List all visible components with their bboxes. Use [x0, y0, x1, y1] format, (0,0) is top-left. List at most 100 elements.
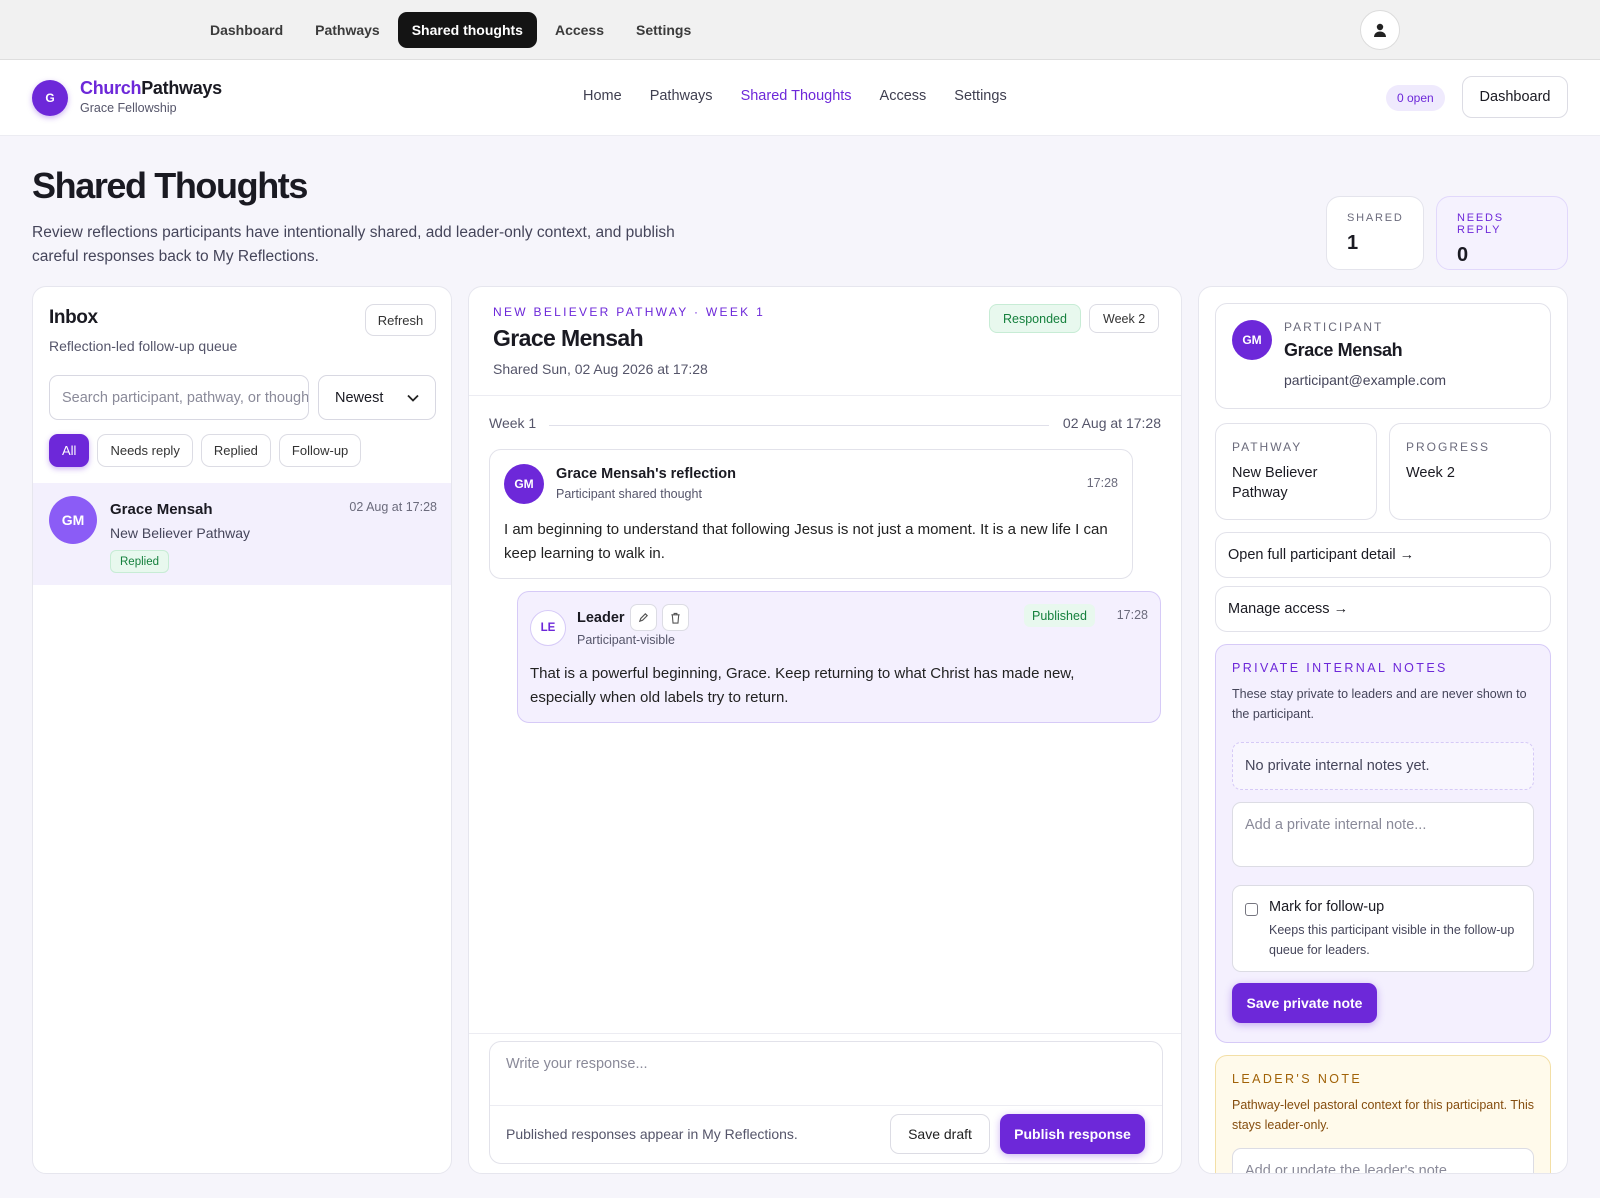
- message-title: Grace Mensah's reflection: [556, 466, 736, 482]
- topnav-shared-thoughts[interactable]: Shared thoughts: [397, 12, 537, 48]
- follow-up-title: Mark for follow-up: [1269, 899, 1385, 915]
- timestamp: 02 Aug at 17:28: [349, 500, 437, 514]
- responded-badge: Responded: [989, 304, 1081, 333]
- progress-card: PROGRESS Week 2: [1389, 423, 1551, 520]
- filter-chips: All Needs reply Replied Follow-up: [49, 434, 362, 467]
- follow-up-option[interactable]: Mark for follow-up Keeps this participan…: [1232, 885, 1534, 972]
- composer-hint: Published responses appear in My Reflect…: [506, 1126, 798, 1142]
- message-time: 17:28: [1086, 476, 1118, 490]
- thread-panel: NEW BELIEVER PATHWAY · WEEK 1 Grace Mens…: [468, 286, 1182, 1174]
- avatar: LE: [530, 610, 566, 646]
- org-name: Grace Fellowship: [80, 101, 177, 115]
- private-notes-empty: No private internal notes yet.: [1232, 742, 1534, 790]
- nav-shared-thoughts[interactable]: Shared Thoughts: [741, 88, 852, 104]
- thread-eyebrow: NEW BELIEVER PATHWAY · WEEK 1: [493, 305, 766, 319]
- progress-label: PROGRESS: [1406, 440, 1491, 454]
- avatar: GM: [1232, 320, 1272, 360]
- topnav-access[interactable]: Access: [541, 12, 618, 48]
- avatar: GM: [49, 496, 97, 544]
- stat-value: 0: [1457, 244, 1469, 266]
- list-item[interactable]: GM Grace Mensah New Believer Pathway 02 …: [33, 483, 451, 585]
- leader-note-description: Pathway-level pastoral context for this …: [1232, 1098, 1534, 1132]
- progress-value: Week 2: [1406, 465, 1455, 481]
- publish-response-button[interactable]: Publish response: [1000, 1114, 1145, 1154]
- participant-email: participant@example.com: [1284, 372, 1447, 388]
- filter-all[interactable]: All: [49, 434, 90, 467]
- app-header: G ChurchPathways Grace Fellowship Home P…: [0, 60, 1600, 136]
- response-input[interactable]: Write your response...: [506, 1056, 648, 1072]
- thread-shared-date: Shared Sun, 02 Aug 2026 at 17:28: [493, 361, 708, 377]
- pathway-name: New Believer Pathway: [110, 525, 251, 541]
- avatar: GM: [504, 464, 544, 504]
- trash-icon: [671, 612, 680, 624]
- account-button[interactable]: [1360, 10, 1400, 50]
- private-notes-card: PRIVATE INTERNAL NOTES These stay privat…: [1215, 644, 1551, 1043]
- participant-name: Grace Mensah: [1284, 340, 1403, 360]
- delete-response-button[interactable]: [662, 604, 689, 631]
- filter-follow-up[interactable]: Follow-up: [278, 434, 362, 467]
- top-nav: Dashboard Pathways Shared thoughts Acces…: [196, 12, 705, 48]
- inbox-panel: Inbox Reflection-led follow-up queue Ref…: [32, 286, 452, 1174]
- pathway-value: New Believer Pathway: [1232, 465, 1318, 501]
- stat-value: 1: [1347, 232, 1359, 254]
- message-subtitle: Participant shared thought: [556, 487, 702, 501]
- leader-note-card: LEADER'S NOTE Pathway-level pastoral con…: [1215, 1055, 1551, 1173]
- nav-pathways[interactable]: Pathways: [650, 88, 713, 104]
- org-badge[interactable]: G: [32, 80, 68, 116]
- week-badge: Week 2: [1089, 304, 1160, 333]
- chevron-down-icon: [407, 394, 419, 402]
- page-title: Shared Thoughts: [32, 165, 308, 206]
- divider: [549, 425, 1049, 426]
- participant-detail-link[interactable]: Open full participant detail →: [1215, 532, 1551, 578]
- sort-value: Newest: [335, 389, 384, 406]
- private-note-input[interactable]: Add a private internal note...: [1232, 802, 1534, 867]
- search-input[interactable]: Search participant, pathway, or thought: [49, 375, 309, 420]
- topnav-settings[interactable]: Settings: [622, 12, 705, 48]
- refresh-button[interactable]: Refresh: [365, 304, 436, 336]
- save-draft-button[interactable]: Save draft: [890, 1114, 990, 1154]
- main-nav: Home Pathways Shared Thoughts Access Set…: [583, 88, 1007, 104]
- nav-access[interactable]: Access: [880, 88, 927, 104]
- week-separator-date: 02 Aug at 17:28: [1062, 415, 1161, 431]
- nav-settings[interactable]: Settings: [954, 88, 1006, 104]
- participant-name: Grace Mensah: [110, 501, 213, 518]
- filter-needs-reply[interactable]: Needs reply: [97, 434, 193, 467]
- status-badge: Replied: [110, 550, 169, 573]
- brand-logo[interactable]: ChurchPathways: [80, 78, 222, 99]
- follow-up-checkbox[interactable]: [1245, 903, 1258, 916]
- leader-response: LE Leader Participant-visible Published …: [517, 591, 1161, 723]
- topnav-dashboard[interactable]: Dashboard: [196, 12, 297, 48]
- thread-participant-name: Grace Mensah: [493, 325, 644, 351]
- leader-note-input[interactable]: Add or update the leader's note...: [1232, 1148, 1534, 1173]
- brand-part-2: Pathways: [141, 78, 222, 98]
- manage-access-link[interactable]: Manage access →: [1215, 586, 1551, 632]
- response-body: That is a powerful beginning, Grace. Kee…: [530, 665, 1075, 706]
- response-visibility: Participant-visible: [577, 633, 675, 647]
- edit-response-button[interactable]: [630, 604, 657, 631]
- topnav-pathways[interactable]: Pathways: [301, 12, 394, 48]
- open-count-badge[interactable]: 0 open: [1386, 85, 1445, 111]
- top-bar: Dashboard Pathways Shared thoughts Acces…: [0, 0, 1600, 60]
- save-private-note-button[interactable]: Save private note: [1232, 983, 1377, 1023]
- leader-note-label: LEADER'S NOTE: [1232, 1072, 1363, 1086]
- pathway-label: PATHWAY: [1232, 440, 1303, 454]
- message-body: I am beginning to understand that follow…: [504, 521, 1108, 562]
- reflection-message: GM Grace Mensah's reflection Participant…: [489, 449, 1133, 579]
- participant-label: PARTICIPANT: [1284, 320, 1384, 334]
- inbox-title: Inbox: [49, 307, 98, 328]
- dashboard-button[interactable]: Dashboard: [1462, 76, 1568, 118]
- stat-needs-reply: NEEDS REPLY 0: [1436, 196, 1568, 270]
- published-badge: Published: [1024, 604, 1095, 627]
- page-description: Review reflections participants have int…: [32, 224, 675, 265]
- week-separator-label: Week 1: [489, 415, 537, 431]
- response-composer: Write your response... Published respons…: [489, 1041, 1163, 1164]
- nav-home[interactable]: Home: [583, 88, 622, 104]
- filter-replied[interactable]: Replied: [200, 434, 271, 467]
- pencil-icon: [638, 612, 649, 623]
- divider: [469, 1033, 1181, 1034]
- response-time: 17:28: [1116, 608, 1148, 622]
- follow-up-description: Keeps this participant visible in the fo…: [1269, 923, 1515, 957]
- stat-shared: SHARED 1: [1326, 196, 1424, 270]
- sort-select[interactable]: Newest: [318, 375, 436, 420]
- stat-label: NEEDS REPLY: [1457, 212, 1504, 236]
